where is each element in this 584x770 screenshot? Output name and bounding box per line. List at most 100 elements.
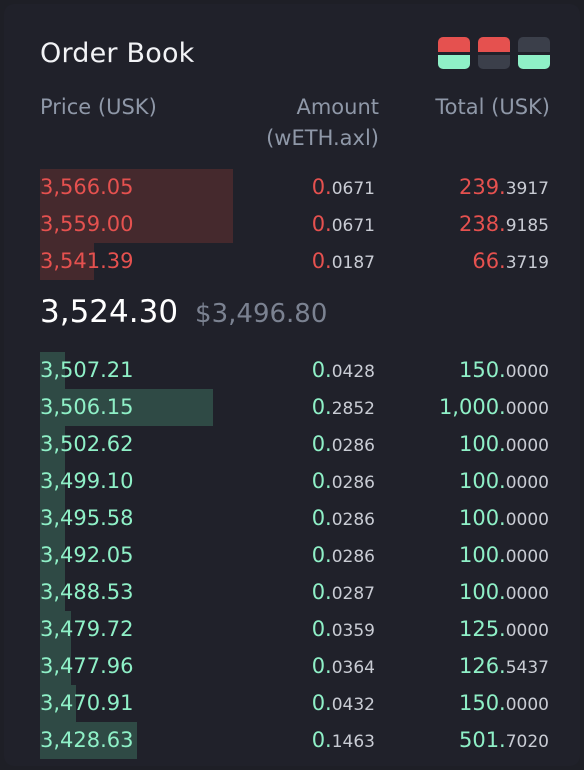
ask-price: 3,541.39 [40,249,134,273]
bid-row[interactable]: 3,428.63 0.1463 501.7020 [0,722,584,759]
view-icon-bottom [518,54,550,69]
bid-price: 3,507.21 [40,358,134,382]
bid-amount: 0.2852 [312,389,375,428]
view-asks-button[interactable] [478,37,510,69]
total-decimal: 0000 [505,399,549,419]
ask-total: 66.3719 [472,243,549,282]
amount-decimal: 0432 [331,695,375,715]
total-integer: 150. [458,358,506,382]
bid-total: 125.0000 [459,611,549,650]
ask-price: 3,559.00 [40,212,134,236]
bid-amount: 0.0287 [312,574,375,613]
bid-price: 3,488.53 [40,580,134,604]
amount-integer: 0. [311,395,332,419]
bid-total: 100.0000 [459,574,549,613]
bid-row[interactable]: 3,499.10 0.0286 100.0000 [0,463,584,500]
total-decimal: 9185 [505,216,549,236]
amount-integer: 0. [311,654,332,678]
mid-price: 3,524.30 $3,496.80 [40,294,327,340]
bid-amount: 0.1463 [312,722,375,761]
price-column-header: Price (USK) [40,95,157,119]
bid-price: 3,502.62 [40,432,134,456]
bid-amount: 0.0359 [312,611,375,650]
amount-integer: 0. [311,432,332,456]
total-integer: 1,000. [438,395,506,419]
bid-row[interactable]: 3,477.96 0.0364 126.5437 [0,648,584,685]
total-integer: 100. [458,432,506,456]
amount-integer: 0. [311,212,332,236]
total-decimal: 3719 [505,253,549,273]
bid-row[interactable]: 3,470.91 0.0432 150.0000 [0,685,584,722]
total-integer: 501. [458,728,506,752]
ask-total: 238.9185 [459,206,549,245]
bid-price: 3,428.63 [40,728,134,752]
total-decimal: 0000 [505,621,549,641]
bid-row[interactable]: 3,479.72 0.0359 125.0000 [0,611,584,648]
view-icon-bottom [478,54,510,69]
amount-integer: 0. [311,249,332,273]
amount-decimal: 0286 [331,510,375,530]
ask-row[interactable]: 3,566.05 0.0671 239.3917 [0,169,584,206]
ask-amount: 0.0671 [312,206,375,245]
amount-decimal: 1463 [331,732,375,752]
ask-row[interactable]: 3,541.39 0.0187 66.3719 [0,243,584,280]
view-icon-top [438,37,470,52]
bid-row[interactable]: 3,488.53 0.0287 100.0000 [0,574,584,611]
bid-row[interactable]: 3,507.21 0.0428 150.0000 [0,352,584,389]
total-integer: 126. [458,654,506,678]
bid-amount: 0.0364 [312,648,375,687]
total-integer: 100. [458,506,506,530]
amount-decimal: 0428 [331,362,375,382]
bid-row[interactable]: 3,502.62 0.0286 100.0000 [0,426,584,463]
amount-decimal: 0364 [331,658,375,678]
bid-amount: 0.0286 [312,463,375,502]
view-icon-top [518,37,550,52]
amount-decimal: 0287 [331,584,375,604]
bid-price: 3,506.15 [40,395,134,419]
bid-price: 3,479.72 [40,617,134,641]
total-decimal: 0000 [505,436,549,456]
amount-decimal: 0359 [331,621,375,641]
bid-row[interactable]: 3,495.58 0.0286 100.0000 [0,500,584,537]
ask-amount: 0.0187 [312,243,375,282]
ask-row[interactable]: 3,559.00 0.0671 238.9185 [0,206,584,243]
bid-total: 100.0000 [459,537,549,576]
bid-total: 150.0000 [459,352,549,391]
view-icon-top [478,37,510,52]
bid-price: 3,477.96 [40,654,134,678]
total-decimal: 0000 [505,362,549,382]
amount-decimal: 0286 [331,473,375,493]
total-integer: 100. [458,543,506,567]
ask-price: 3,566.05 [40,175,134,199]
amount-integer: 0. [311,580,332,604]
bid-total: 100.0000 [459,500,549,539]
total-integer: 125. [458,617,506,641]
ask-total: 239.3917 [459,169,549,208]
amount-header-line2: (wETH.axl) [266,126,379,150]
amount-decimal: 0286 [331,436,375,456]
order-book-title: Order Book [40,38,195,69]
total-decimal: 7020 [505,732,549,752]
bid-price: 3,495.58 [40,506,134,530]
amount-decimal: 2852 [331,399,375,419]
bid-total: 501.7020 [459,722,549,761]
total-decimal: 0000 [505,695,549,715]
amount-integer: 0. [311,617,332,641]
view-both-button[interactable] [438,37,470,69]
bid-price: 3,499.10 [40,469,134,493]
bid-row[interactable]: 3,506.15 0.2852 1,000.0000 [0,389,584,426]
view-bids-button[interactable] [518,37,550,69]
bid-amount: 0.0286 [312,537,375,576]
total-integer: 150. [458,691,506,715]
total-decimal: 5437 [505,658,549,678]
bid-row[interactable]: 3,492.05 0.0286 100.0000 [0,537,584,574]
bid-total: 100.0000 [459,426,549,465]
bid-total: 100.0000 [459,463,549,502]
total-decimal: 0000 [505,473,549,493]
bid-total: 150.0000 [459,685,549,724]
amount-integer: 0. [311,543,332,567]
usd-price: $3,496.80 [195,299,328,329]
amount-integer: 0. [311,358,332,382]
bid-amount: 0.0286 [312,426,375,465]
ask-amount: 0.0671 [312,169,375,208]
